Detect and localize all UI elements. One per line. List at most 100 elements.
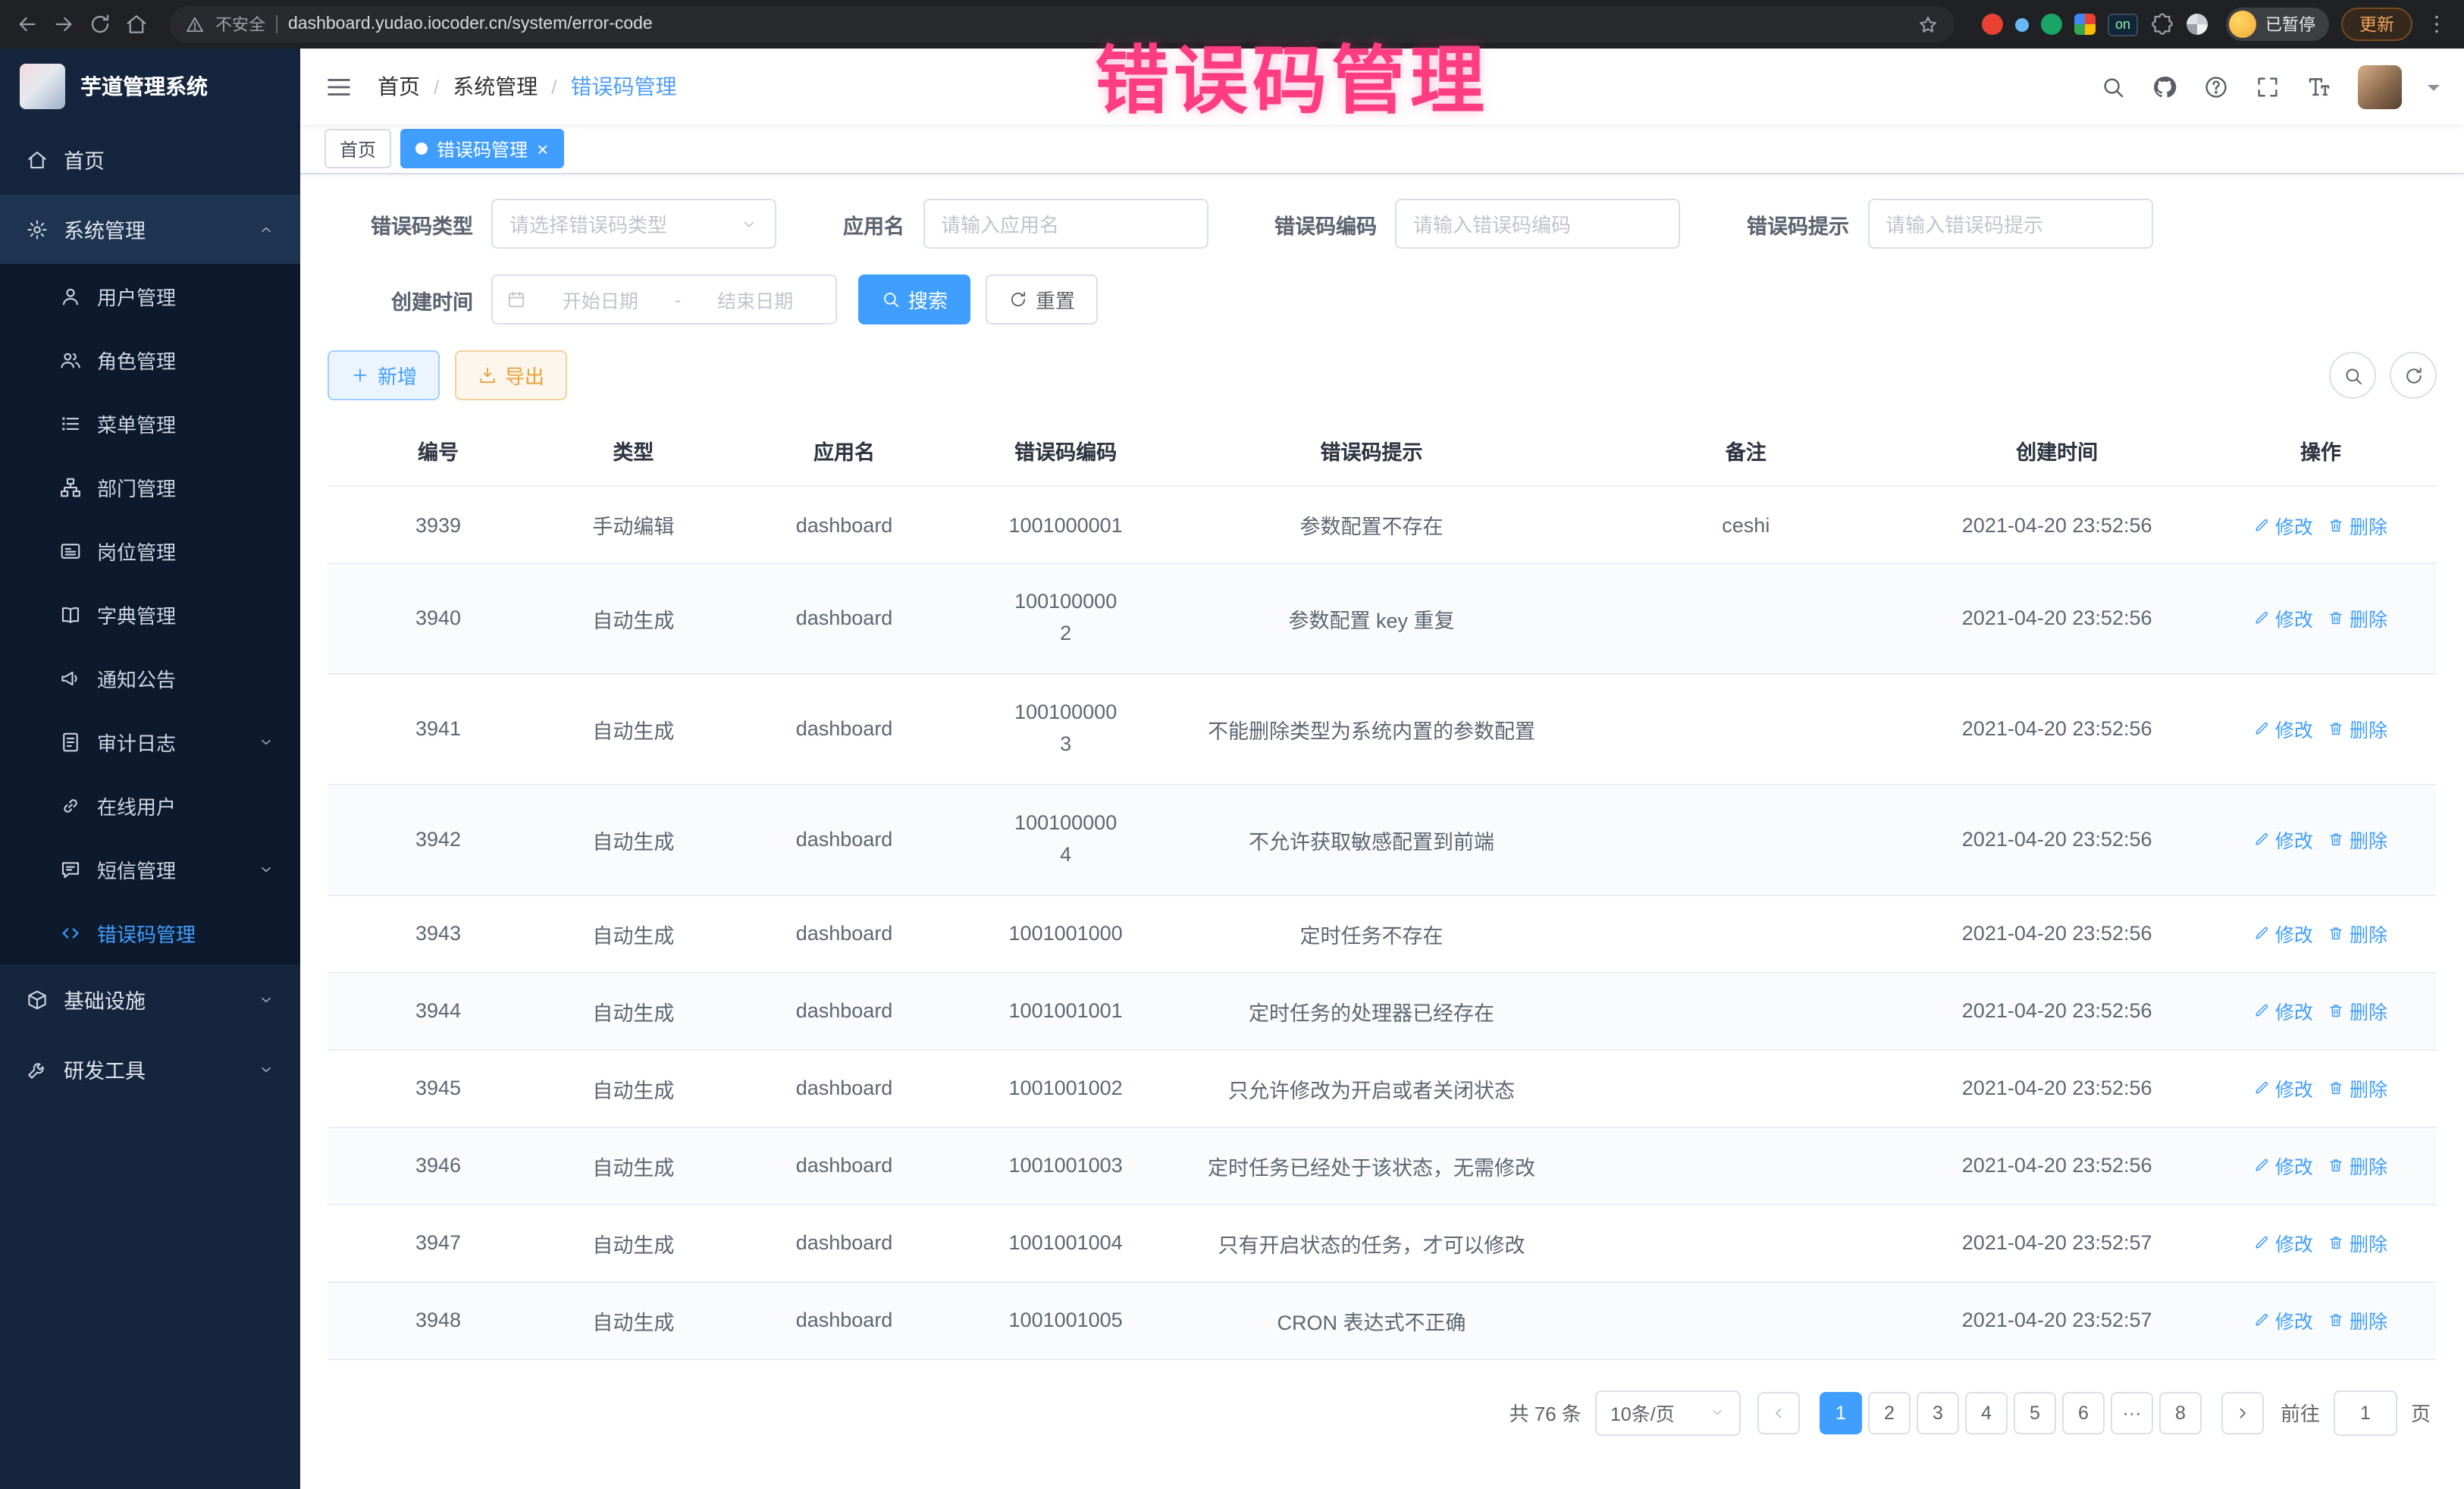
sidebar-item[interactable]: 角色管理 bbox=[0, 328, 300, 391]
user-avatar[interactable] bbox=[2358, 64, 2402, 108]
column-header: 编号 bbox=[328, 415, 549, 486]
extension-icon[interactable] bbox=[2015, 17, 2029, 31]
page-button-6[interactable]: 6 bbox=[2062, 1391, 2105, 1434]
browser-home-icon[interactable] bbox=[124, 12, 149, 36]
reset-button[interactable]: 重置 bbox=[986, 274, 1098, 324]
delete-link[interactable]: 删除 bbox=[2328, 919, 2387, 948]
date-range-picker[interactable]: 开始日期 - 结束日期 bbox=[491, 274, 837, 324]
extension-icon[interactable] bbox=[2074, 14, 2096, 35]
goto-page-input[interactable]: 1 bbox=[2334, 1390, 2397, 1435]
sidebar-item[interactable]: 字典管理 bbox=[0, 582, 300, 646]
edit-link[interactable]: 修改 bbox=[2254, 1151, 2313, 1180]
cell-type: 自动生成 bbox=[549, 563, 718, 674]
error-code-input[interactable]: 请输入错误码编码 bbox=[1395, 199, 1680, 249]
page-button-2[interactable]: 2 bbox=[1868, 1391, 1911, 1434]
page-button-4[interactable]: 4 bbox=[1965, 1391, 2008, 1434]
delete-link[interactable]: 删除 bbox=[2328, 1306, 2387, 1334]
sidebar-item[interactable]: 基础设施 bbox=[0, 964, 300, 1034]
pagination: 共 76 条 10条/页 123456···8 前往 1 页 bbox=[328, 1390, 2437, 1435]
sidebar-item[interactable]: 通知公告 bbox=[0, 646, 300, 710]
error-type-select[interactable]: 请选择错误码类型 bbox=[491, 199, 776, 249]
browser-profile-chip[interactable]: 已暂停 bbox=[2226, 8, 2329, 41]
export-button-label: 导出 bbox=[505, 361, 544, 390]
delete-link[interactable]: 删除 bbox=[2328, 510, 2387, 539]
cell-time: 2021-04-20 23:52:56 bbox=[1909, 674, 2204, 785]
app-logo[interactable]: 芋道管理系统 bbox=[0, 49, 300, 124]
browser-menu-icon[interactable] bbox=[2425, 12, 2449, 36]
prev-page-button[interactable] bbox=[1757, 1391, 1800, 1434]
edit-link[interactable]: 修改 bbox=[2254, 604, 2313, 633]
edit-link[interactable]: 修改 bbox=[2254, 510, 2313, 539]
app-name-input[interactable]: 请输入应用名 bbox=[923, 199, 1208, 249]
cell-remark bbox=[1582, 784, 1909, 895]
page-button-1[interactable]: 1 bbox=[1820, 1391, 1862, 1434]
sidebar-item[interactable]: 审计日志 bbox=[0, 710, 300, 773]
search-button[interactable]: 搜索 bbox=[858, 274, 970, 324]
cell-type: 手动编辑 bbox=[549, 486, 718, 563]
page-size-select[interactable]: 10条/页 bbox=[1595, 1390, 1741, 1435]
sidebar-item[interactable]: 岗位管理 bbox=[0, 519, 300, 582]
table-row: 3940自动生成dashboard1001000002参数配置 key 重复20… bbox=[328, 563, 2437, 674]
delete-link[interactable]: 删除 bbox=[2328, 715, 2387, 744]
refresh-table-button[interactable] bbox=[2390, 352, 2437, 399]
browser-forward-icon[interactable] bbox=[52, 12, 76, 36]
sidebar-item[interactable]: 用户管理 bbox=[0, 264, 300, 328]
add-button[interactable]: 新增 bbox=[328, 350, 440, 400]
sidebar-item[interactable]: 系统管理 bbox=[0, 194, 300, 264]
breadcrumb-item[interactable]: 系统管理 bbox=[453, 71, 538, 102]
delete-link[interactable]: 删除 bbox=[2328, 604, 2387, 633]
delete-link[interactable]: 删除 bbox=[2328, 1074, 2387, 1102]
browser-update-button[interactable]: 更新 bbox=[2341, 8, 2412, 41]
edit-link[interactable]: 修改 bbox=[2254, 715, 2313, 744]
delete-link[interactable]: 删除 bbox=[2328, 825, 2387, 854]
more-pages-button[interactable]: ··· bbox=[2111, 1391, 2153, 1434]
search-icon[interactable] bbox=[2100, 74, 2126, 99]
fullscreen-icon[interactable] bbox=[2255, 74, 2281, 99]
extensions-puzzle-icon[interactable] bbox=[2150, 12, 2174, 36]
search-button-label: 搜索 bbox=[908, 285, 948, 314]
github-icon[interactable] bbox=[2152, 74, 2177, 99]
browser-reload-icon[interactable] bbox=[88, 12, 112, 36]
font-size-icon[interactable] bbox=[2306, 74, 2332, 99]
sidebar-item[interactable]: 短信管理 bbox=[0, 837, 300, 901]
sidebar-item[interactable]: 在线用户 bbox=[0, 773, 300, 837]
next-page-button[interactable] bbox=[2221, 1391, 2264, 1434]
help-icon[interactable] bbox=[2203, 74, 2229, 99]
edit-link[interactable]: 修改 bbox=[2254, 1074, 2313, 1102]
sidebar-item[interactable]: 部门管理 bbox=[0, 455, 300, 519]
delete-link[interactable]: 删除 bbox=[2328, 1151, 2387, 1180]
sidebar-item[interactable]: 错误码管理 bbox=[0, 901, 300, 964]
edit-link[interactable]: 修改 bbox=[2254, 1228, 2313, 1257]
edit-link[interactable]: 修改 bbox=[2254, 1306, 2313, 1334]
megaphone-icon bbox=[59, 666, 82, 689]
extension-icon[interactable] bbox=[2187, 14, 2208, 35]
address-bar[interactable]: 不安全 dashboard.yudao.iocoder.cn/system/er… bbox=[170, 6, 1955, 42]
close-icon[interactable]: × bbox=[537, 139, 548, 158]
breadcrumb-item[interactable]: 首页 bbox=[378, 71, 420, 102]
extension-badge[interactable]: on bbox=[2108, 13, 2138, 36]
export-button[interactable]: 导出 bbox=[455, 350, 567, 400]
page-button-8[interactable]: 8 bbox=[2159, 1391, 2202, 1434]
sidebar-item[interactable]: 研发工具 bbox=[0, 1034, 300, 1104]
delete-link[interactable]: 删除 bbox=[2328, 1228, 2387, 1257]
browser-back-icon[interactable] bbox=[15, 12, 39, 36]
page-button-3[interactable]: 3 bbox=[1917, 1391, 1959, 1434]
error-msg-input[interactable]: 请输入错误码提示 bbox=[1867, 199, 2152, 249]
edit-link[interactable]: 修改 bbox=[2254, 825, 2313, 854]
extension-icon[interactable] bbox=[2041, 14, 2062, 35]
sidebar-item[interactable]: 菜单管理 bbox=[0, 391, 300, 455]
edit-link[interactable]: 修改 bbox=[2254, 996, 2313, 1025]
tab-首页[interactable]: 首页 bbox=[324, 129, 391, 168]
sidebar-item[interactable]: 首页 bbox=[0, 124, 300, 194]
hamburger-icon[interactable] bbox=[324, 72, 353, 101]
delete-link[interactable]: 删除 bbox=[2328, 996, 2387, 1025]
edit-link[interactable]: 修改 bbox=[2254, 919, 2313, 948]
page-button-5[interactable]: 5 bbox=[2014, 1391, 2056, 1434]
tab-错误码管理[interactable]: 错误码管理× bbox=[400, 129, 563, 168]
bookmark-star-icon[interactable] bbox=[1917, 13, 1939, 36]
avatar-caret-icon[interactable] bbox=[2428, 85, 2440, 97]
sidebar-item-label: 菜单管理 bbox=[97, 409, 176, 437]
extension-icon[interactable] bbox=[1982, 14, 2003, 35]
pencil-icon bbox=[2254, 1002, 2271, 1019]
toggle-search-button[interactable] bbox=[2329, 352, 2376, 399]
